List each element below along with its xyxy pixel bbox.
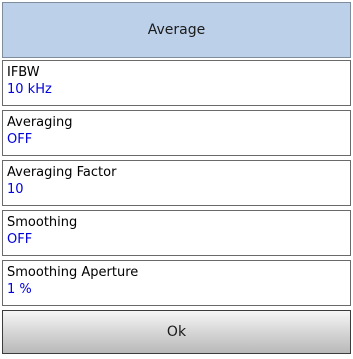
menu-title: Average bbox=[2, 2, 351, 58]
menu-item-value: OFF bbox=[7, 132, 33, 147]
menu-item-averaging-factor[interactable]: Averaging Factor 10 bbox=[2, 160, 351, 206]
menu-item-label: Smoothing bbox=[7, 215, 78, 230]
menu-item-smoothing-aperture[interactable]: Smoothing Aperture 1 % bbox=[2, 260, 351, 306]
menu-item-value: 1 % bbox=[7, 282, 32, 297]
average-menu-panel: Average IFBW 10 kHz Averaging OFF Averag… bbox=[0, 0, 353, 359]
menu-item-value: OFF bbox=[7, 232, 33, 247]
menu-item-averaging[interactable]: Averaging OFF bbox=[2, 110, 351, 156]
menu-item-label: Averaging bbox=[7, 115, 73, 130]
menu-title-text: Average bbox=[147, 22, 206, 38]
menu-item-value: 10 kHz bbox=[7, 82, 52, 97]
ok-button-label: Ok bbox=[166, 324, 187, 340]
menu-item-label: IFBW bbox=[7, 65, 40, 80]
menu-item-smoothing[interactable]: Smoothing OFF bbox=[2, 210, 351, 256]
menu-item-label: Smoothing Aperture bbox=[7, 265, 139, 280]
menu-item-label: Averaging Factor bbox=[7, 165, 117, 180]
menu-item-ifbw[interactable]: IFBW 10 kHz bbox=[2, 60, 351, 106]
ok-button[interactable]: Ok bbox=[2, 310, 351, 354]
menu-item-value: 10 bbox=[7, 182, 24, 197]
